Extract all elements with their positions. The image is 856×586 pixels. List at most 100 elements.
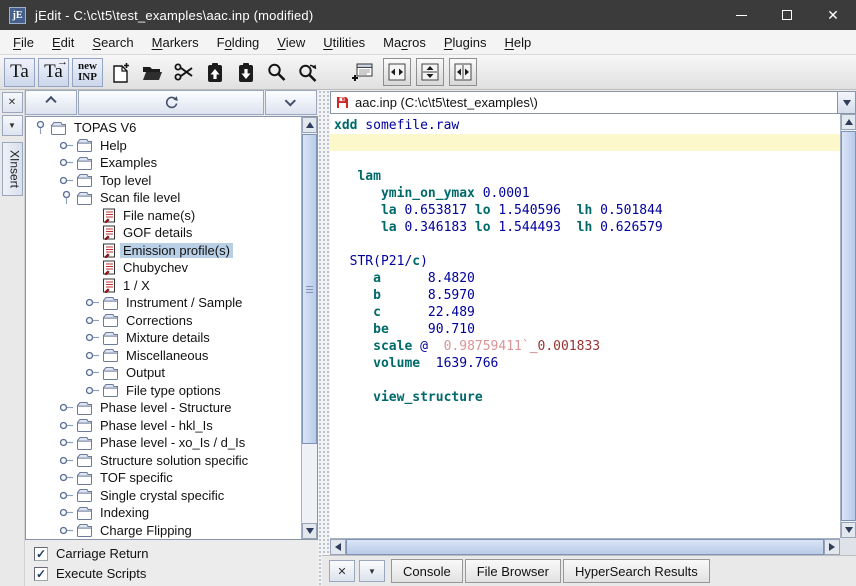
tree-item-examples[interactable]: Examples (26, 154, 300, 172)
expand-handle-icon[interactable] (58, 158, 75, 167)
expand-handle-icon[interactable] (84, 386, 101, 395)
menu-folding[interactable]: Folding (208, 32, 269, 53)
expand-handle-icon[interactable] (84, 316, 101, 325)
tree-item-emission-profile-s[interactable]: Emission profile(s) (26, 242, 300, 260)
scroll-down-button[interactable] (841, 522, 856, 538)
checkbox-icon[interactable]: ✓ (34, 547, 48, 561)
maximize-button[interactable] (764, 0, 810, 30)
ta-button[interactable]: Ta (4, 58, 35, 87)
tree-scrollbar[interactable] (301, 117, 317, 539)
expand-handle-icon[interactable] (58, 421, 75, 430)
editor-vertical-scrollbar[interactable] (840, 114, 856, 538)
tree-item-gof-details[interactable]: GOF details (26, 224, 300, 242)
scrollbar-thumb[interactable] (302, 134, 317, 444)
scroll-down-button[interactable] (302, 523, 317, 539)
tree-item-output[interactable]: Output (26, 364, 300, 382)
tree-item-corrections[interactable]: Corrections (26, 312, 300, 330)
collapse-handle-icon[interactable] (32, 120, 49, 135)
expand-handle-icon[interactable] (84, 333, 101, 342)
find-next-button[interactable] (292, 57, 323, 88)
new-inp-button[interactable]: new INP (72, 58, 103, 87)
tab-hypersearch-results[interactable]: HyperSearch Results (563, 559, 710, 583)
new-file-button[interactable] (106, 57, 137, 88)
scroll-up-button[interactable] (302, 117, 317, 133)
scroll-right-button[interactable] (824, 539, 840, 555)
close-button[interactable]: ✕ (810, 0, 856, 30)
scrollbar-thumb[interactable] (841, 131, 856, 521)
scrollbar-thumb[interactable] (346, 539, 824, 555)
new-view-button[interactable] (347, 57, 378, 88)
menu-help[interactable]: Help (495, 32, 540, 53)
tree-item-phase-level-structure[interactable]: Phase level - Structure (26, 399, 300, 417)
split-vertical-button[interactable] (449, 58, 477, 86)
tab-file-browser[interactable]: File Browser (465, 559, 561, 583)
tree-item-top-level[interactable]: Top level (26, 172, 300, 190)
tree-item-structure-solution-specific[interactable]: Structure solution specific (26, 452, 300, 470)
ta-insert-button[interactable]: Ta → (38, 58, 69, 87)
collapse-all-button[interactable] (25, 90, 77, 115)
expand-handle-icon[interactable] (84, 298, 101, 307)
menu-plugins[interactable]: Plugins (435, 32, 496, 53)
split-horizontal-button[interactable] (416, 58, 444, 86)
menu-file[interactable]: File (4, 32, 43, 53)
editor-horizontal-scrollbar[interactable] (330, 538, 840, 555)
menu-markers[interactable]: Markers (143, 32, 208, 53)
tree-item-1-x[interactable]: 1 / X (26, 277, 300, 295)
minimize-button[interactable] (718, 0, 764, 30)
find-button[interactable] (261, 57, 292, 88)
panel-splitter[interactable] (318, 90, 330, 586)
tree-item-chubychev[interactable]: Chubychev (26, 259, 300, 277)
xinsert-menu-button[interactable]: ▼ (2, 115, 23, 136)
menu-utilities[interactable]: Utilities (314, 32, 374, 53)
dock-menu-button[interactable]: ▼ (359, 560, 385, 582)
expand-handle-icon[interactable] (58, 491, 75, 500)
expand-handle-icon[interactable] (58, 473, 75, 482)
expand-handle-icon[interactable] (84, 351, 101, 360)
open-file-button[interactable] (137, 57, 168, 88)
tree-item-charge-flipping[interactable]: Charge Flipping (26, 522, 300, 540)
collapse-handle-icon[interactable] (58, 190, 75, 205)
tree-item-phase-level-hkl-is[interactable]: Phase level - hkl_Is (26, 417, 300, 435)
dock-close-button[interactable]: ✕ (329, 560, 355, 582)
expand-handle-icon[interactable] (58, 176, 75, 185)
menu-search[interactable]: Search (83, 32, 142, 53)
paste-button[interactable] (230, 57, 261, 88)
reload-button[interactable] (78, 90, 264, 115)
expand-handle-icon[interactable] (58, 456, 75, 465)
tree-item-indexing[interactable]: Indexing (26, 504, 300, 522)
checkbox-carriage-return[interactable]: ✓Carriage Return (34, 546, 318, 561)
checkbox-execute-scripts[interactable]: ✓Execute Scripts (34, 566, 318, 581)
tree-item-phase-level-xo-is-d-is[interactable]: Phase level - xo_Is / d_Is (26, 434, 300, 452)
expand-handle-icon[interactable] (58, 508, 75, 517)
buffer-selector[interactable]: aac.inp (C:\c\t5\test_examples\) (330, 91, 838, 114)
expand-handle-icon[interactable] (84, 368, 101, 377)
xinsert-dock-tab[interactable]: XInsert (2, 142, 23, 196)
expand-handle-icon[interactable] (58, 438, 75, 447)
copy-button[interactable] (199, 57, 230, 88)
expand-all-button[interactable] (265, 90, 317, 115)
tree-item-file-type-options[interactable]: File type options (26, 382, 300, 400)
editor-text[interactable]: xdd somefile.raw lam ymin_on_ymax 0.0001… (330, 114, 840, 538)
tree-item-tof-specific[interactable]: TOF specific (26, 469, 300, 487)
tab-console[interactable]: Console (391, 559, 463, 583)
xinsert-close-button[interactable]: ✕ (2, 92, 23, 113)
menu-view[interactable]: View (268, 32, 314, 53)
tree-item-miscellaneous[interactable]: Miscellaneous (26, 347, 300, 365)
expand-handle-icon[interactable] (58, 403, 75, 412)
tree-item-mixture-details[interactable]: Mixture details (26, 329, 300, 347)
expand-handle-icon[interactable] (58, 526, 75, 535)
expand-handle-icon[interactable] (58, 141, 75, 150)
tree-item-scan-file-level[interactable]: Scan file level (26, 189, 300, 207)
tree-item-topas-v6[interactable]: TOPAS V6 (26, 119, 300, 137)
tree-item-file-name-s[interactable]: File name(s) (26, 207, 300, 225)
cut-button[interactable] (168, 57, 199, 88)
tree-item-help[interactable]: Help (26, 137, 300, 155)
checkbox-icon[interactable]: ✓ (34, 567, 48, 581)
buffer-dropdown-button[interactable] (838, 91, 856, 114)
scroll-left-button[interactable] (330, 539, 346, 555)
unsplit-button[interactable] (383, 58, 411, 86)
menu-edit[interactable]: Edit (43, 32, 83, 53)
scroll-up-button[interactable] (841, 114, 856, 130)
tree-item-instrument-sample[interactable]: Instrument / Sample (26, 294, 300, 312)
tree-item-single-crystal-specific[interactable]: Single crystal specific (26, 487, 300, 505)
